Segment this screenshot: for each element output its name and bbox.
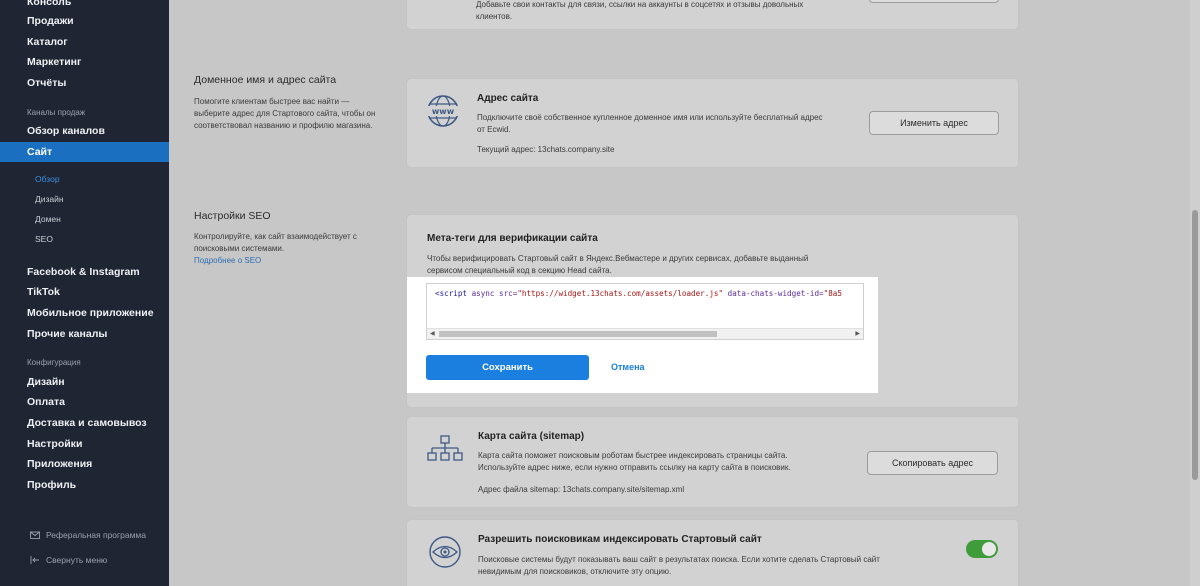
page-scrollbar-thumb[interactable] <box>1192 210 1198 480</box>
code-horizontal-scrollbar[interactable]: ◀ ▶ <box>427 328 863 339</box>
save-button[interactable]: Сохранить <box>426 355 589 380</box>
sidebar-item-site[interactable]: Сайт <box>0 142 169 162</box>
collapse-arrow-icon <box>30 556 39 564</box>
sidebar-item-site-label: Сайт <box>27 146 53 158</box>
contacts-card-text: Добавьте свои контакты для связи, ссылки… <box>476 0 804 21</box>
sidebar-item-apps[interactable]: Приложения <box>27 458 92 470</box>
scroll-left-icon[interactable]: ◀ <box>430 330 435 337</box>
sidebar-item-payment[interactable]: Оплата <box>27 396 65 408</box>
eye-icon <box>427 536 463 573</box>
sidebar-item-mobile-app[interactable]: Мобильное приложение <box>27 307 154 319</box>
sidebar-item-settings[interactable]: Настройки <box>27 438 82 450</box>
index-card-title: Разрешить поисковикам индексировать Стар… <box>478 534 762 545</box>
sidebar-item-other-channels[interactable]: Прочие каналы <box>27 328 107 340</box>
meta-tag-code-input[interactable]: <script async src="https://widget.13chat… <box>426 283 864 340</box>
sidebar-item-profile[interactable]: Профиль <box>27 479 76 491</box>
seo-learn-more-link[interactable]: Подробнее о SEO <box>194 256 261 265</box>
domain-section-title: Доменное имя и адрес сайта <box>194 74 337 86</box>
mail-icon <box>30 531 40 539</box>
sidebar-sub-overview[interactable]: Обзор <box>35 174 60 184</box>
page-scrollbar[interactable] <box>1190 0 1200 586</box>
sidebar-item-marketing[interactable]: Маркетинг <box>27 56 81 68</box>
domain-section-desc: Помогите клиентам быстрее вас найти — вы… <box>194 97 376 130</box>
domain-card: www Адрес сайта Подключите своё собствен… <box>406 78 1019 168</box>
sidebar-collapse-label: Свернуть меню <box>46 555 108 565</box>
index-toggle-knob <box>982 542 996 556</box>
meta-tags-text: Чтобы верифицировать Стартовый сайт в Ян… <box>427 254 809 275</box>
sidebar-section-sales-channels: Каналы продаж <box>27 108 86 117</box>
sidebar: Консоль Продажи Каталог Маркетинг Отчёты… <box>0 0 169 586</box>
sitemap-address: Адрес файла sitemap: 13chats.company.sit… <box>478 485 685 494</box>
sidebar-item-channels-overview[interactable]: Обзор каналов <box>27 125 105 137</box>
seo-section-desc: Контролируйте, как сайт взаимодействует … <box>194 232 357 265</box>
svg-text:www: www <box>432 107 455 116</box>
globe-icon: www <box>425 94 461 133</box>
sidebar-item-console[interactable]: Консоль <box>27 0 71 8</box>
sidebar-sub-domain[interactable]: Домен <box>35 214 61 224</box>
sidebar-referral-label: Реферальная программа <box>46 530 146 540</box>
domain-current-address: Текущий адрес: 13chats.company.site <box>477 145 615 154</box>
index-card: Разрешить поисковикам индексировать Стар… <box>406 519 1019 586</box>
sidebar-item-catalog[interactable]: Каталог <box>27 36 68 48</box>
sidebar-item-design[interactable]: Дизайн <box>27 376 65 388</box>
domain-card-text: Подключите своё собственное купленное до… <box>477 113 823 134</box>
sitemap-card: Карта сайта (sitemap) Карта сайта поможе… <box>406 416 1019 508</box>
sidebar-item-facebook[interactable]: Facebook & Instagram <box>27 266 140 278</box>
sidebar-sub-design[interactable]: Дизайн <box>35 194 64 204</box>
sitemap-card-title: Карта сайта (sitemap) <box>478 431 585 442</box>
sidebar-section-configuration: Конфигурация <box>27 358 81 367</box>
index-toggle[interactable] <box>966 540 998 558</box>
sidebar-item-reports[interactable]: Отчёты <box>27 77 66 89</box>
sidebar-referral[interactable]: Реферальная программа <box>30 530 146 540</box>
domain-card-title: Адрес сайта <box>477 93 539 104</box>
index-card-text: Поисковые системы будут показывать ваш с… <box>478 555 880 576</box>
seo-section-title: Настройки SEO <box>194 210 271 222</box>
change-address-button[interactable]: Изменить адрес <box>869 111 999 135</box>
sidebar-item-delivery[interactable]: Доставка и самовывоз <box>27 417 147 429</box>
sitemap-icon <box>427 435 463 470</box>
meta-tag-code: <script async src="https://widget.13chat… <box>435 289 842 298</box>
copy-address-button[interactable]: Скопировать адрес <box>867 451 998 475</box>
scroll-right-icon[interactable]: ▶ <box>855 330 860 337</box>
sidebar-collapse[interactable]: Свернуть меню <box>30 555 107 565</box>
meta-tags-title: Мета-теги для верификации сайта <box>427 233 598 244</box>
sidebar-item-sales[interactable]: Продажи <box>27 15 74 27</box>
sitemap-card-text: Карта сайта поможет поисковым роботам бы… <box>478 451 791 472</box>
code-scroll-thumb[interactable] <box>439 331 717 337</box>
contacts-card: Добавьте свои контакты для связи, ссылки… <box>406 0 1019 30</box>
cancel-link[interactable]: Отмена <box>611 362 645 372</box>
contacts-card-button[interactable] <box>869 0 999 3</box>
sidebar-item-tiktok[interactable]: TikTok <box>27 286 60 298</box>
sidebar-sub-seo[interactable]: SEO <box>35 234 53 244</box>
